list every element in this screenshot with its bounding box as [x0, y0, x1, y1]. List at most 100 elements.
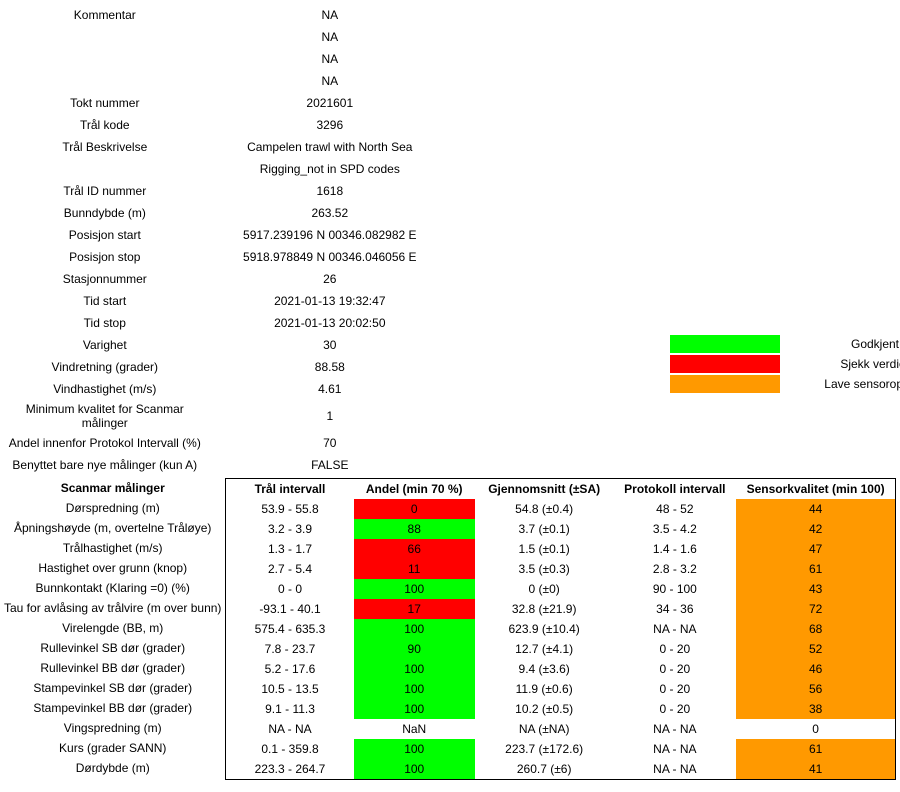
cell-proto: 2.8 - 3.2: [613, 559, 736, 579]
row-name: Rullevinkel BB dør (grader): [4, 658, 221, 678]
meta-row: Rigging_not in SPD codes: [4, 158, 454, 180]
meta-label: Bunndybde (m): [4, 202, 206, 224]
cell-proto: NA - NA: [613, 619, 736, 639]
cell-mean: 0 (±0): [475, 579, 614, 599]
cell-sensor-quality: 61: [736, 559, 895, 579]
cell-interval: 3.2 - 3.9: [226, 519, 354, 539]
cell-proto: 48 - 52: [613, 499, 736, 519]
meta-row: Trål kode3296: [4, 114, 454, 136]
cell-interval: 0.1 - 359.8: [226, 739, 354, 759]
legend-row: Godkjent: [670, 334, 900, 354]
meta-row: Tokt nummer2021601: [4, 92, 454, 114]
meta-label: [4, 48, 206, 70]
meta-row: Vindretning (grader)88.58: [4, 356, 454, 378]
cell-mean: 32.8 (±21.9): [475, 599, 614, 619]
table-row: 5.2 - 17.61009.4 (±3.6)0 - 2046: [226, 659, 896, 679]
col-sq: Sensorkvalitet (min 100): [736, 479, 895, 500]
cell-mean: 54.8 (±0.4): [475, 499, 614, 519]
table-row: 10.5 - 13.510011.9 (±0.6)0 - 2056: [226, 679, 896, 699]
meta-value: 1: [206, 400, 454, 432]
meta-value: 3296: [206, 114, 454, 136]
cell-proto: 0 - 20: [613, 679, 736, 699]
meta-label: Tokt nummer: [4, 92, 206, 114]
meta-value: NA: [206, 48, 454, 70]
meta-label: Vindhastighet (m/s): [4, 378, 206, 400]
meta-row: Vindhastighet (m/s)4.61: [4, 378, 454, 400]
row-header: Scanmar målinger: [4, 478, 221, 498]
meta-value: 5917.239196 N 00346.082982 E: [206, 224, 454, 246]
cell-proto: NA - NA: [613, 719, 736, 739]
table-row: 3.2 - 3.9883.7 (±0.1)3.5 - 4.242: [226, 519, 896, 539]
meta-label: [4, 26, 206, 48]
cell-sensor-quality: 44: [736, 499, 895, 519]
cell-mean: 3.7 (±0.1): [475, 519, 614, 539]
cell-andel: 100: [354, 699, 475, 719]
meta-label: Posisjon stop: [4, 246, 206, 268]
meta-value: 2021601: [206, 92, 454, 114]
cell-interval: 9.1 - 11.3: [226, 699, 354, 719]
table-row: 53.9 - 55.8054.8 (±0.4)48 - 5244: [226, 499, 896, 519]
meta-row: Trål ID nummer1618: [4, 180, 454, 202]
row-name: Hastighet over grunn (knop): [4, 558, 221, 578]
row-name: Kurs (grader SANN): [4, 738, 221, 758]
cell-mean: 623.9 (±10.4): [475, 619, 614, 639]
cell-proto: 34 - 36: [613, 599, 736, 619]
cell-sensor-quality: 41: [736, 759, 895, 780]
meta-row: Andel innenfor Protokol Intervall (%)70: [4, 432, 454, 454]
meta-label: Kommentar: [4, 4, 206, 26]
cell-sensor-quality: 47: [736, 539, 895, 559]
cell-sensor-quality: 46: [736, 659, 895, 679]
table-row: -93.1 - 40.11732.8 (±21.9)34 - 3672: [226, 599, 896, 619]
meta-value: Campelen trawl with North Sea: [206, 136, 454, 158]
cell-mean: 3.5 (±0.3): [475, 559, 614, 579]
meta-label: Trål ID nummer: [4, 180, 206, 202]
legend-swatch-orange: [670, 375, 780, 393]
table-row: NA - NANaNNA (±NA)NA - NA0: [226, 719, 896, 739]
row-name: Vingspredning (m): [4, 718, 221, 738]
cell-interval: 0 - 0: [226, 579, 354, 599]
row-name: Bunnkontakt (Klaring =0) (%): [4, 578, 221, 598]
meta-row: NA: [4, 26, 454, 48]
col-andel: Andel (min 70 %): [354, 479, 475, 500]
row-name: Stampevinkel SB dør (grader): [4, 678, 221, 698]
table-row: 7.8 - 23.79012.7 (±4.1)0 - 2052: [226, 639, 896, 659]
cell-interval: 7.8 - 23.7: [226, 639, 354, 659]
cell-andel: NaN: [354, 719, 475, 739]
meta-label: Trål kode: [4, 114, 206, 136]
legend-row: Lave sensoropptak: [670, 374, 900, 394]
meta-row: Stasjonnummer26: [4, 268, 454, 290]
meta-label: [4, 158, 206, 180]
table-row: 223.3 - 264.7100260.7 (±6)NA - NA41: [226, 759, 896, 780]
table-row: 9.1 - 11.310010.2 (±0.5)0 - 2038: [226, 699, 896, 719]
meta-row: Bunndybde (m)263.52: [4, 202, 454, 224]
meta-row: Trål BeskrivelseCampelen trawl with Nort…: [4, 136, 454, 158]
cell-interval: -93.1 - 40.1: [226, 599, 354, 619]
legend-swatch-red: [670, 355, 780, 373]
cell-interval: NA - NA: [226, 719, 354, 739]
cell-proto: 0 - 20: [613, 639, 736, 659]
cell-sensor-quality: 61: [736, 739, 895, 759]
cell-proto: NA - NA: [613, 759, 736, 780]
meta-row: Minimum kvalitet for Scanmar målinger1: [4, 400, 454, 432]
meta-value: 30: [206, 334, 454, 356]
row-name: Dørdybde (m): [4, 758, 221, 778]
meta-label: Vindretning (grader): [4, 356, 206, 378]
cell-mean: NA (±NA): [475, 719, 614, 739]
cell-proto: 3.5 - 4.2: [613, 519, 736, 539]
cell-interval: 10.5 - 13.5: [226, 679, 354, 699]
meta-value: 88.58: [206, 356, 454, 378]
cell-andel: 88: [354, 519, 475, 539]
meta-row: Tid stop2021-01-13 20:02:50: [4, 312, 454, 334]
cell-sensor-quality: 0: [736, 719, 895, 739]
cell-proto: 0 - 20: [613, 699, 736, 719]
cell-andel: 11: [354, 559, 475, 579]
cell-andel: 100: [354, 659, 475, 679]
meta-label: [4, 70, 206, 92]
legend-label: Lave sensoropptak: [780, 377, 900, 391]
meta-value: 2021-01-13 20:02:50: [206, 312, 454, 334]
cell-proto: 90 - 100: [613, 579, 736, 599]
cell-mean: 1.5 (±0.1): [475, 539, 614, 559]
row-names-column: Scanmar målinger Dørspredning (m)Åpnings…: [4, 478, 225, 780]
cell-interval: 5.2 - 17.6: [226, 659, 354, 679]
col-mean: Gjennomsnitt (±SA): [475, 479, 614, 500]
